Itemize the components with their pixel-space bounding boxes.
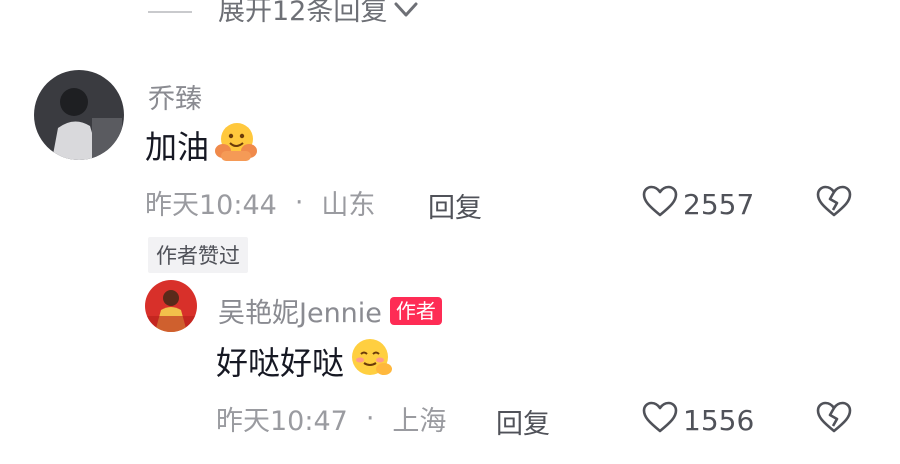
author-liked-tag: 作者赞过 [148,237,248,273]
reply-name-row: 吴艳妮Jennie 作者 [218,291,442,330]
comment-location: 山东 [321,189,376,221]
meta-separator: · [365,402,375,434]
like-count: 1556 [683,404,755,437]
reply-dislike-button[interactable] [815,400,853,438]
comment-text: 加油 [145,128,210,166]
hug-emoji [213,119,259,171]
broken-heart-icon [815,185,853,222]
reply-text: 好哒好哒 [216,344,345,382]
heart-icon [641,400,683,441]
like-count: 2557 [683,188,755,221]
comment-content: 加油 [145,122,259,168]
shy-face-emoji [348,335,394,387]
reply-content: 好哒好哒 [216,338,394,384]
avatar[interactable] [34,70,124,160]
reply-avatar[interactable] [145,280,197,332]
reply-time: 昨天10:47 [216,405,348,437]
reply-meta: 昨天10:47 · 上海 [216,401,447,437]
chevron-down-icon [393,1,419,23]
divider-line [148,11,192,13]
heart-icon [641,184,683,225]
meta-separator: · [294,186,304,218]
reply-location: 上海 [392,405,447,437]
reply-username[interactable]: 吴艳妮Jennie [218,291,382,330]
dislike-button[interactable] [815,184,853,222]
comment-username[interactable]: 乔臻 [148,77,202,116]
reply-reply-button[interactable]: 回复 [496,402,550,441]
reply-like-button[interactable]: 1556 [641,400,754,441]
comment-time: 昨天10:44 [145,189,277,221]
broken-heart-icon [815,401,853,438]
comment-meta: 昨天10:44 · 山东 [145,185,376,221]
author-badge: 作者 [389,296,442,325]
like-button[interactable]: 2557 [641,184,754,225]
expand-replies-label: 展开12条回复 [218,0,388,27]
expand-replies-button[interactable]: 展开12条回复 [148,0,419,27]
reply-button[interactable]: 回复 [428,186,482,225]
